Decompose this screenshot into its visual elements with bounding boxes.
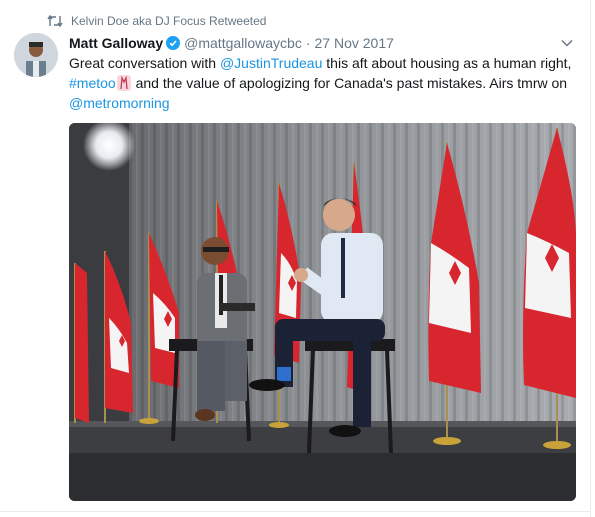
avatar[interactable] [14,33,58,77]
retweet-context: Kelvin Doe aka DJ Focus Retweeted [47,13,266,29]
tweet-text-part: and the value of apologizing for Canada'… [131,75,568,91]
user-handle[interactable]: @mattgallowaycbc [184,35,302,51]
separator-dot: · [305,35,311,51]
tweet-text: Great conversation with @JustinTrudeau t… [69,53,577,113]
tweet-photo[interactable] [69,123,576,501]
hashtag-link[interactable]: #metoo [69,75,116,91]
tweet-text-part: this aft about housing as a human right, [322,55,572,71]
metoo-hashflag-icon [116,75,131,91]
retweeted-by-link[interactable]: Kelvin Doe aka DJ Focus Retweeted [71,14,266,28]
display-name[interactable]: Matt Galloway [69,35,163,51]
chevron-down-icon[interactable] [560,36,574,50]
tweet-text-part: Great conversation with [69,55,220,71]
mention-link[interactable]: @metromorning [69,95,170,111]
retweet-icon [47,14,63,28]
timestamp-link[interactable]: 27 Nov 2017 [315,35,394,51]
bottom-border [0,511,590,512]
tweet-header: Matt Galloway @mattgallowaycbc · 27 Nov … [69,34,394,52]
verified-badge-icon [166,36,181,50]
right-border [590,0,591,517]
mention-link[interactable]: @JustinTrudeau [220,55,322,71]
